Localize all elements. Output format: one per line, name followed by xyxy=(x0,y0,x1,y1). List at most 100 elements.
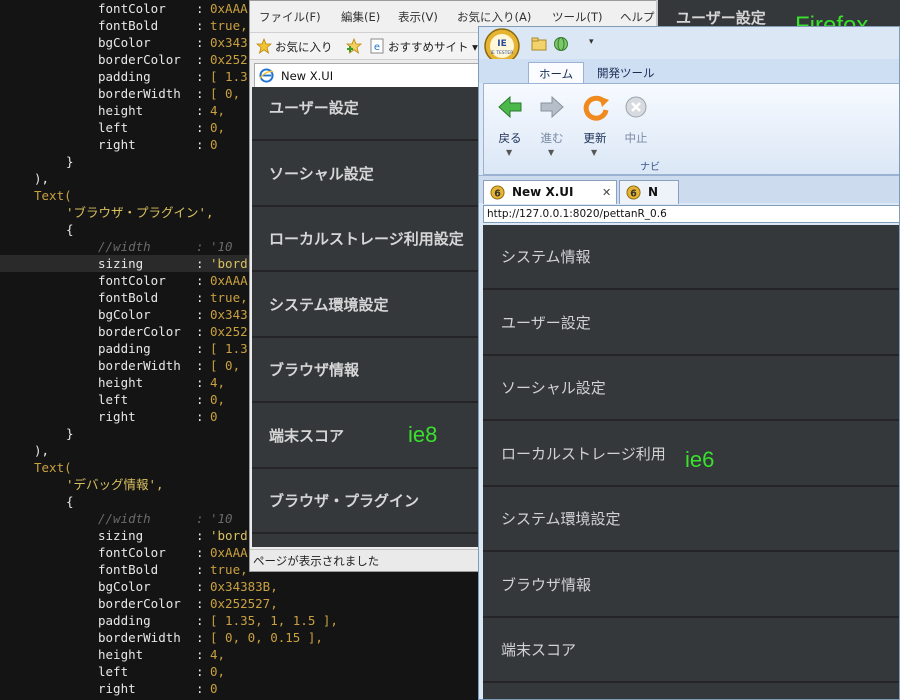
code-colon: : xyxy=(196,239,204,254)
address-bar[interactable]: http://127.0.0.1:8020/pettanR_0.6 xyxy=(483,205,899,223)
code-key: borderColor xyxy=(98,324,181,339)
code-key: } xyxy=(66,154,74,169)
menu-view[interactable]: 表示(V) xyxy=(398,9,438,25)
menu-favorites[interactable]: お気に入り(A) xyxy=(457,9,531,25)
code-key: right xyxy=(98,137,136,152)
code-key: 'デバッグ情報', xyxy=(66,477,164,492)
code-colon: : xyxy=(196,528,204,543)
ribbon-tab-home[interactable]: ホーム xyxy=(528,62,585,83)
back-dropdown-icon[interactable]: ▼ xyxy=(506,148,512,157)
code-line: bgColor:0x34383B, xyxy=(0,578,480,595)
ie6-menu-item[interactable]: ユーザー設定 xyxy=(483,291,899,356)
stop-button[interactable]: 中止 xyxy=(616,90,656,166)
code-colon: : xyxy=(196,35,204,50)
ie6-menu-item[interactable]: 端末スコア xyxy=(483,618,899,683)
ie6-menu-item[interactable]: システム環境設定 xyxy=(483,487,899,552)
code-value: true, xyxy=(210,18,248,33)
code-colon: : xyxy=(196,52,204,67)
ie6-tab-title: New X.UI xyxy=(512,185,574,199)
code-value: 4, xyxy=(210,375,226,390)
ie6-menu-item[interactable]: ブラウザ情報 xyxy=(483,553,899,618)
code-value: 0x343 xyxy=(210,35,248,50)
code-key: //width xyxy=(98,239,151,254)
ie6-menu-item[interactable]: システム情報 xyxy=(483,225,899,290)
code-key: height xyxy=(98,103,144,118)
code-colon: : xyxy=(196,256,204,271)
svg-text:IE TESTER: IE TESTER xyxy=(491,50,514,56)
code-key: fontColor xyxy=(98,545,166,560)
folder-icon[interactable] xyxy=(531,36,547,52)
globe-icon[interactable] xyxy=(553,36,569,52)
code-colon: : xyxy=(196,409,204,424)
menu-help[interactable]: ヘルプ xyxy=(620,9,655,25)
code-key: ), xyxy=(34,443,50,458)
ie-page-icon: e xyxy=(370,38,384,54)
code-key: bgColor xyxy=(98,579,151,594)
code-value: 0x252 xyxy=(210,52,248,67)
back-label: 戻る xyxy=(498,131,522,145)
menu-file[interactable]: ファイル(F) xyxy=(259,9,321,25)
menu-edit[interactable]: 編集(E) xyxy=(341,9,380,25)
code-value: true, xyxy=(210,290,248,305)
code-value: 0x343 xyxy=(210,307,248,322)
stop-icon xyxy=(625,96,647,118)
code-key: left xyxy=(98,664,129,679)
forward-button[interactable]: 進む ▼ xyxy=(532,90,572,166)
code-colon: : xyxy=(196,562,204,577)
code-key: height xyxy=(98,375,144,390)
code-colon: : xyxy=(196,613,204,628)
code-colon: : xyxy=(196,681,204,696)
code-value: 4, xyxy=(210,647,226,662)
add-favorite-icon[interactable] xyxy=(346,38,362,54)
code-colon: : xyxy=(196,545,204,560)
code-line: right:0 xyxy=(0,680,480,697)
code-key: borderWidth xyxy=(98,86,181,101)
code-value: true, xyxy=(210,562,248,577)
forward-dropdown-icon[interactable]: ▼ xyxy=(548,148,554,157)
code-value: '10 xyxy=(210,511,233,526)
back-button[interactable]: 戻る ▼ xyxy=(490,90,530,166)
code-line: borderColor:0x252527, xyxy=(0,595,480,612)
refresh-label: 更新 xyxy=(583,131,607,145)
code-key: { xyxy=(66,494,74,509)
ie6-tab-active[interactable]: 6 New X.UI ✕ xyxy=(483,180,617,204)
close-tab-icon[interactable]: ✕ xyxy=(602,186,611,199)
code-key: { xyxy=(66,222,74,237)
ie6-menu-item[interactable]: ソーシャル設定 xyxy=(483,356,899,421)
ie6-tab-second[interactable]: 6 N xyxy=(619,180,679,204)
code-key: fontColor xyxy=(98,1,166,16)
code-colon: : xyxy=(196,630,204,645)
code-line: borderWidth: [ 0, 0, 0.15 ], xyxy=(0,629,480,646)
code-colon: : xyxy=(196,511,204,526)
ie6-label: ie6 xyxy=(685,447,715,472)
ribbon-tab-devtools[interactable]: 開発ツール xyxy=(587,62,665,83)
code-value: 4, xyxy=(210,103,226,118)
code-colon: : xyxy=(196,596,204,611)
code-colon: : xyxy=(196,273,204,288)
code-colon: : xyxy=(196,392,204,407)
quick-access-toolbar: IE IE TESTER ▾ xyxy=(479,27,899,64)
code-key: padding xyxy=(98,69,151,84)
qat-dropdown-icon[interactable]: ▾ xyxy=(589,37,594,47)
refresh-button[interactable]: 更新 ▼ xyxy=(575,90,615,166)
suggested-sites-link[interactable]: おすすめサイト ▾ xyxy=(388,39,478,55)
code-colon: : xyxy=(196,103,204,118)
ietester-browser-window: IE IE TESTER ▾ ホーム 開発ツール 戻る ▼ 進む ▼ 更新 ▼ … xyxy=(478,26,900,700)
refresh-dropdown-icon[interactable]: ▼ xyxy=(591,148,597,157)
favorites-label[interactable]: お気に入り xyxy=(275,39,333,55)
code-value: 0, xyxy=(210,392,226,407)
code-value: 0x34383B, xyxy=(210,579,278,594)
code-key: fontColor xyxy=(98,273,166,288)
menu-tools[interactable]: ツール(T) xyxy=(552,9,603,25)
favorites-star-icon[interactable] xyxy=(256,38,272,54)
code-key: } xyxy=(66,426,74,441)
svg-text:IE: IE xyxy=(497,39,507,49)
code-value: 'bord xyxy=(210,256,248,271)
code-value: 0, xyxy=(210,664,226,679)
code-line: height:4, xyxy=(0,646,480,663)
code-key: borderWidth xyxy=(98,358,181,373)
code-key: right xyxy=(98,681,136,696)
code-colon: : xyxy=(196,324,204,339)
code-value: 0 xyxy=(210,137,218,152)
code-value: [ 1.35, 1, 1.5 ], xyxy=(210,613,338,628)
